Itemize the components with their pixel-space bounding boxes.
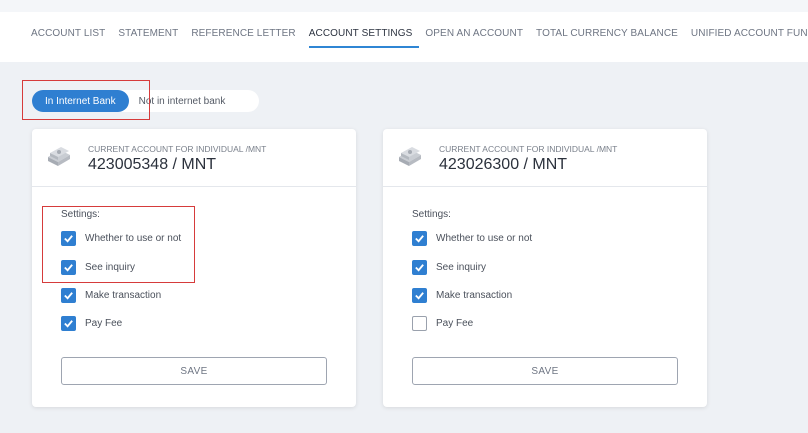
option-label: See inquiry [436, 262, 487, 273]
save-button[interactable]: SAVE [412, 357, 678, 385]
checkbox-checked-icon[interactable] [61, 316, 76, 331]
top-strip [0, 0, 808, 12]
tab-account-list[interactable]: ACCOUNT LIST [31, 28, 112, 48]
option-see-inquiry[interactable]: See inquiry [412, 260, 486, 275]
checkbox-checked-icon[interactable] [61, 288, 76, 303]
account-card: CURRENT ACCOUNT FOR INDIVIDUAL /MNT 4230… [383, 129, 707, 407]
account-card-header: CURRENT ACCOUNT FOR INDIVIDUAL /MNT 4230… [383, 129, 707, 187]
money-stack-icon [399, 147, 421, 166]
tab-total-currency-balance[interactable]: TOTAL CURRENCY BALANCE [536, 28, 685, 48]
option-label: Whether to use or not [436, 233, 533, 244]
tab-open-an-account[interactable]: OPEN AN ACCOUNT [425, 28, 530, 48]
highlight-box-settings [42, 206, 195, 283]
checkbox-checked-icon[interactable] [412, 260, 427, 275]
highlight-box-toggle [22, 80, 150, 120]
tab-statement[interactable]: STATEMENT [118, 28, 185, 48]
account-number: 423005348 / MNT [88, 156, 217, 173]
tab-account-settings[interactable]: ACCOUNT SETTINGS [308, 28, 420, 48]
checkbox-unchecked-icon[interactable] [412, 316, 427, 331]
checkbox-checked-icon[interactable] [412, 231, 427, 246]
tab-reference-letter[interactable]: REFERENCE LETTER [191, 28, 302, 48]
option-label: Pay Fee [85, 318, 123, 329]
option-pay-fee[interactable]: Pay Fee [412, 316, 473, 331]
account-type: CURRENT ACCOUNT FOR INDIVIDUAL /MNT [439, 144, 618, 154]
option-label: Make transaction [85, 290, 162, 301]
option-pay-fee[interactable]: Pay Fee [61, 316, 122, 331]
tab-bar: ACCOUNT LIST STATEMENT REFERENCE LETTER … [31, 28, 808, 48]
tab-unified-account-fund[interactable]: UNIFIED ACCOUNT FUND [691, 28, 808, 48]
account-card-header: CURRENT ACCOUNT FOR INDIVIDUAL /MNT 4230… [32, 129, 356, 187]
option-label: Make transaction [436, 290, 513, 301]
option-make-transaction[interactable]: Make transaction [412, 288, 512, 303]
option-label: Pay Fee [436, 318, 474, 329]
checkbox-checked-icon[interactable] [412, 288, 427, 303]
account-number: 423026300 / MNT [439, 156, 568, 173]
option-whether-to-use[interactable]: Whether to use or not [412, 231, 532, 246]
option-make-transaction[interactable]: Make transaction [61, 288, 161, 303]
money-stack-icon [48, 147, 70, 166]
settings-label: Settings: [412, 209, 451, 220]
save-button[interactable]: SAVE [61, 357, 327, 385]
account-type: CURRENT ACCOUNT FOR INDIVIDUAL /MNT [88, 144, 267, 154]
